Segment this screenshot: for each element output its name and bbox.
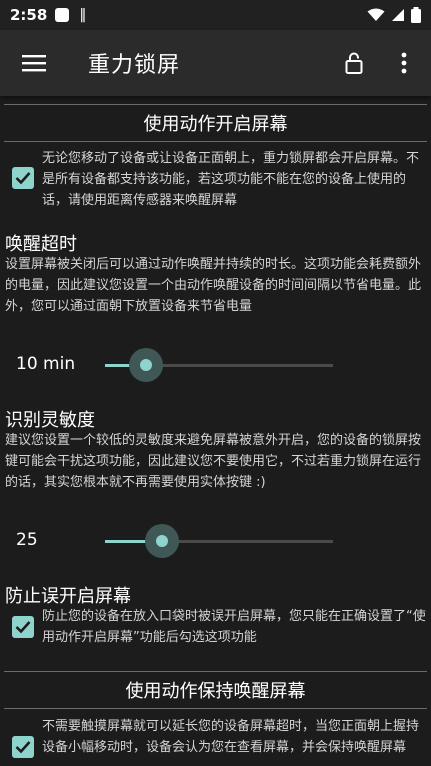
prevent-description: 防止您的设备在放入口袋时被误开启屏幕，您只能在正确设置了“使用动作开启屏幕”功能… [42,609,426,645]
check-icon [15,172,31,185]
lock-button[interactable] [336,45,372,81]
prevent-title: 防止误开启屏幕 [5,586,131,607]
keep-awake-checkbox[interactable] [12,736,34,758]
unlock-icon [345,52,363,74]
more-vert-icon [401,52,407,74]
check-icon [15,741,31,754]
signal-icon [392,9,404,21]
battery-icon [411,7,421,23]
menu-icon [22,55,46,72]
activate-checkbox[interactable] [12,167,34,189]
slider-thumb[interactable] [156,535,168,547]
status-signal-text: ‖ [79,7,87,23]
sensitivity-description: 建议您设置一个较低的灵敏度来避免屏幕被意外开启，您的设备的锁屏按键可能会干扰这项… [5,433,422,490]
prevent-checkbox[interactable] [12,616,34,638]
app-bar: 重力锁屏 [0,30,431,96]
activate-description: 无论您移动了设备或让设备正面朝上，重力锁屏都会开启屏幕。不是所有设备都支持该功能… [42,151,420,208]
page-title: 重力锁屏 [88,53,181,78]
menu-button[interactable] [6,35,62,91]
keep-awake-description: 不需要触摸屏幕就可以延长您的设备屏幕超时，当您正面朝上握持设备小幅移动时，设备会… [42,719,420,755]
section-header-activate: 使用动作开启屏幕 [4,104,427,142]
wifi-icon [367,8,385,21]
settings-list: 使用动作开启屏幕 无论您移动了设备或让设备正面朝上，重力锁屏都会开启屏幕。不是所… [0,96,431,766]
section-header-keep-awake: 使用动作保持唤醒屏幕 [4,671,427,709]
wake-timeout-slider[interactable] [105,348,333,382]
status-time: 2:58 [10,6,48,24]
notification-icon [55,8,70,22]
wake-timeout-title: 唤醒超时 [5,234,77,255]
check-icon [15,621,31,634]
slider-thumb[interactable] [140,359,152,371]
wake-timeout-description: 设置屏幕被关闭后可以通过动作唤醒并持续的时长。这项功能会耗费额外的电量，因此建议… [5,257,422,314]
wake-timeout-value: 10 min [16,354,76,374]
sensitivity-slider[interactable] [105,524,333,558]
sensitivity-value: 25 [16,530,38,550]
sensitivity-title: 识别灵敏度 [5,410,95,431]
more-options-button[interactable] [390,45,418,81]
status-bar: 2:58 ‖ [0,0,431,30]
